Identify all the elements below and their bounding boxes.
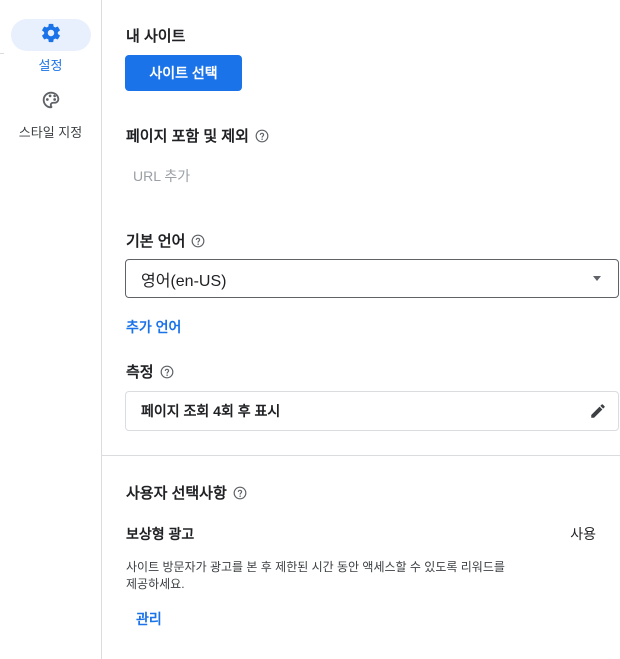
pages-heading: 페이지 포함 및 제외: [126, 125, 269, 146]
sidebar-item-styling-label: 스타일 지정: [18, 125, 83, 140]
measure-title: 측정: [126, 364, 154, 381]
section-divider: [102, 455, 620, 456]
edit-pencil-icon[interactable]: [589, 402, 607, 423]
my-site-heading: 내 사이트: [126, 25, 185, 46]
language-select-value: 영어(en-US): [141, 272, 227, 290]
manage-link[interactable]: 관리: [136, 609, 162, 629]
help-icon[interactable]: [191, 234, 205, 248]
sidebar-item-settings-label: 설정: [38, 58, 63, 73]
palette-icon: [40, 89, 62, 116]
user-choice-title: 사용자 선택사항: [126, 485, 227, 502]
language-select[interactable]: 영어(en-US): [125, 259, 619, 298]
sidebar-item-settings-highlight: [10, 19, 91, 51]
language-heading: 기본 언어: [126, 230, 205, 251]
pages-title: 페이지 포함 및 제외: [126, 128, 249, 145]
rewarded-ads-description: 사이트 방문자가 광고를 본 후 제한된 시간 동안 액세스할 수 있도록 리워…: [126, 560, 505, 591]
add-language-link[interactable]: 추가 언어: [126, 317, 181, 337]
sidebar: 설정 스타일 지정: [0, 0, 102, 659]
gear-icon: [40, 22, 62, 49]
sidebar-item-styling[interactable]: 스타일 지정: [0, 86, 101, 141]
measure-heading: 측정: [126, 361, 174, 382]
sidebar-item-settings[interactable]: 설정: [0, 19, 101, 74]
help-icon[interactable]: [233, 486, 247, 500]
user-choice-heading: 사용자 선택사항: [126, 482, 247, 503]
help-icon[interactable]: [255, 129, 269, 143]
my-site-title: 내 사이트: [126, 28, 186, 45]
dropdown-arrow-icon: [593, 276, 601, 281]
measure-field[interactable]: 페이지 조회 4회 후 표시: [125, 391, 619, 431]
select-site-button[interactable]: 사이트 선택: [125, 55, 242, 91]
language-title: 기본 언어: [126, 233, 186, 250]
rewarded-ads-title: 보상형 광고: [126, 526, 195, 542]
rewarded-ads-status: 사용: [570, 526, 596, 542]
add-url-input[interactable]: URL 추가: [133, 166, 190, 186]
sidebar-item-styling-pill: [11, 86, 91, 118]
measure-value: 페이지 조회 4회 후 표시: [141, 403, 281, 419]
settings-panel: 내 사이트 사이트 선택 페이지 포함 및 제외 URL 추가 기본 언어 영어…: [102, 0, 620, 659]
help-icon[interactable]: [160, 365, 174, 379]
